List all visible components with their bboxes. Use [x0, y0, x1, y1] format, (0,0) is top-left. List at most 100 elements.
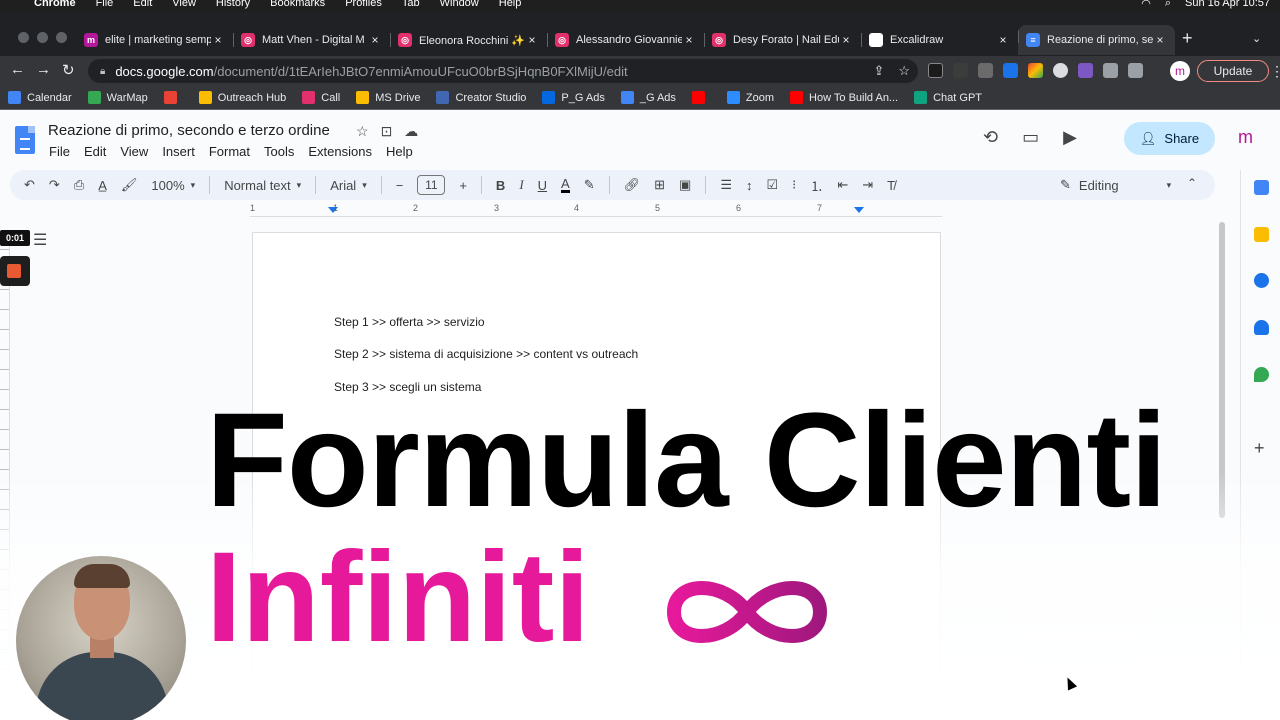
link-icon[interactable]: 🔗︎	[624, 177, 641, 193]
reload-icon[interactable]: ↻	[62, 61, 75, 79]
menubar-item-chrome[interactable]: Chrome	[34, 0, 76, 9]
move-folder-icon[interactable]: ⊡	[381, 123, 393, 140]
extension-icon[interactable]	[978, 63, 993, 78]
menu-extensions[interactable]: Extensions	[308, 144, 372, 159]
browser-tab[interactable]: ◎ Matt Vhen - Digital M ×	[233, 29, 390, 51]
browser-tab[interactable]: ◎ Eleonora Rocchini ✨ ×	[390, 29, 547, 51]
version-history-icon[interactable]: ⟲	[983, 127, 998, 148]
share-page-icon[interactable]: ⇪	[873, 63, 884, 79]
chevron-down-icon[interactable]: ⌄	[1252, 32, 1261, 45]
bookmark-item[interactable]: WarMap	[87, 91, 148, 104]
menubar-item-tab[interactable]: Tab	[402, 0, 420, 9]
address-bar[interactable]: 🔒︎ docs.google.com/document/d/1tEArIehJB…	[88, 59, 918, 83]
stop-recording-button[interactable]	[0, 256, 30, 286]
close-tab-icon[interactable]: ×	[1153, 33, 1167, 47]
horizontal-ruler[interactable]: 1 1 2 3 4 5 6 7	[250, 203, 942, 217]
numbered-list-icon[interactable]: ⒈	[810, 176, 823, 195]
decrease-indent-icon[interactable]: ⇤	[837, 177, 848, 193]
extension-icon[interactable]	[1003, 63, 1018, 78]
bulleted-list-icon[interactable]: ⁝	[792, 177, 796, 193]
menu-view[interactable]: View	[120, 144, 148, 159]
extension-icon[interactable]	[1028, 63, 1043, 78]
menubar-item-file[interactable]: File	[96, 0, 114, 9]
comments-icon[interactable]: ▭	[1022, 127, 1039, 148]
update-button[interactable]: Update	[1197, 60, 1280, 82]
text-color-icon[interactable]: A	[561, 177, 570, 193]
increase-font-size-icon[interactable]: +	[459, 178, 467, 193]
extension-icon[interactable]	[953, 63, 968, 78]
calendar-icon[interactable]	[1254, 180, 1269, 195]
tasks-icon[interactable]	[1254, 273, 1269, 288]
menubar-clock[interactable]: Sun 16 Apr 10:57	[1185, 0, 1270, 10]
menubar-item-bookmarks[interactable]: Bookmarks	[270, 0, 325, 9]
bookmark-item[interactable]: MS Drive	[356, 91, 420, 104]
profile-avatar[interactable]: m	[1170, 61, 1190, 81]
bookmark-item[interactable]: Chat GPT	[914, 91, 982, 104]
search-icon[interactable]: ⌕	[1165, 0, 1171, 10]
extension-icon[interactable]	[1053, 63, 1068, 78]
lock-icon[interactable]: 🔒︎	[100, 66, 105, 77]
close-tab-icon[interactable]: ×	[839, 33, 853, 47]
extension-icon[interactable]	[928, 63, 943, 78]
side-panel-icon[interactable]	[1128, 63, 1143, 78]
highlight-icon[interactable]: ✎	[584, 177, 595, 193]
menubar-item-edit[interactable]: Edit	[133, 0, 152, 9]
puzzle-icon[interactable]	[1103, 63, 1118, 78]
font-size-input[interactable]: 11	[417, 175, 446, 195]
spellcheck-icon[interactable]: A̲	[98, 178, 107, 193]
menu-insert[interactable]: Insert	[162, 144, 195, 159]
decrease-font-size-icon[interactable]: −	[396, 178, 404, 193]
document-title[interactable]: Reazione di primo, secondo e terzo ordin…	[48, 122, 330, 139]
bold-icon[interactable]: B	[496, 178, 505, 193]
browser-tab[interactable]: m elite | marketing semp ×	[76, 29, 233, 51]
paragraph-style-select[interactable]: Normal text	[224, 178, 301, 193]
add-comment-icon[interactable]: ⊞	[654, 177, 665, 193]
contacts-icon[interactable]	[1254, 320, 1269, 335]
share-button[interactable]: 👤︎ Share	[1124, 122, 1215, 155]
close-tab-icon[interactable]: ×	[996, 33, 1010, 47]
wifi-icon[interactable]: ◠	[1141, 0, 1151, 10]
bookmark-item[interactable]: How To Build An...	[790, 91, 898, 104]
paint-format-icon[interactable]: 🖌︎	[121, 177, 138, 193]
bookmark-item[interactable]: Call	[302, 91, 340, 104]
account-avatar[interactable]: m	[1238, 127, 1253, 148]
document-paragraph[interactable]: Step 1 >> offerta >> servizio	[334, 315, 485, 329]
browser-tab[interactable]: Excalidraw ×	[861, 29, 1018, 51]
editing-mode-select[interactable]: ✎ Editing ▾	[1060, 177, 1171, 193]
font-family-select[interactable]: Arial	[330, 178, 367, 193]
browser-tab[interactable]: ◎ Alessandro Giovannie ×	[547, 29, 704, 51]
bookmark-item[interactable]: Calendar	[8, 91, 72, 104]
bookmark-item[interactable]: Outreach Hub	[198, 91, 286, 104]
right-indent-marker[interactable]	[854, 207, 864, 213]
menubar-item-view[interactable]: View	[172, 0, 196, 9]
underline-icon[interactable]: U	[538, 178, 547, 193]
menubar-item-history[interactable]: History	[216, 0, 250, 9]
close-window-button[interactable]	[18, 32, 29, 43]
bookmark-item[interactable]: Zoom	[726, 91, 774, 104]
cloud-icon[interactable]: ☁︎	[404, 123, 418, 140]
close-tab-icon[interactable]: ×	[211, 33, 225, 47]
menubar-item-window[interactable]: Window	[440, 0, 479, 9]
bookmark-star-icon[interactable]: ☆	[898, 63, 910, 79]
add-addon-icon[interactable]: +	[1254, 438, 1265, 459]
print-icon[interactable]: ⎙	[74, 177, 84, 193]
align-icon[interactable]: ☰	[720, 177, 732, 193]
new-tab-button[interactable]: +	[1182, 28, 1193, 49]
document-paragraph[interactable]: Step 2 >> sistema di acquisizione >> con…	[334, 347, 638, 361]
menu-format[interactable]: Format	[209, 144, 250, 159]
chevron-up-icon[interactable]: ⌃	[1187, 176, 1197, 190]
meet-video-icon[interactable]: ▶︎	[1063, 127, 1077, 148]
increase-indent-icon[interactable]: ⇥	[862, 177, 873, 193]
menubar-item-help[interactable]: Help	[499, 0, 522, 9]
clear-formatting-icon[interactable]: T̸	[887, 178, 895, 193]
browser-tab[interactable]: ◎ Desy Forato | Nail Edu ×	[704, 29, 861, 51]
keep-icon[interactable]	[1254, 227, 1269, 242]
redo-icon[interactable]: ↷	[49, 177, 60, 193]
menu-edit[interactable]: Edit	[84, 144, 106, 159]
menu-file[interactable]: File	[49, 144, 70, 159]
insert-image-icon[interactable]: ▣	[679, 177, 691, 193]
bookmark-item[interactable]	[691, 91, 711, 104]
bookmark-item[interactable]: P_G Ads	[542, 91, 605, 104]
menubar-item-profiles[interactable]: Profiles	[345, 0, 382, 9]
italic-icon[interactable]: I	[519, 177, 523, 193]
